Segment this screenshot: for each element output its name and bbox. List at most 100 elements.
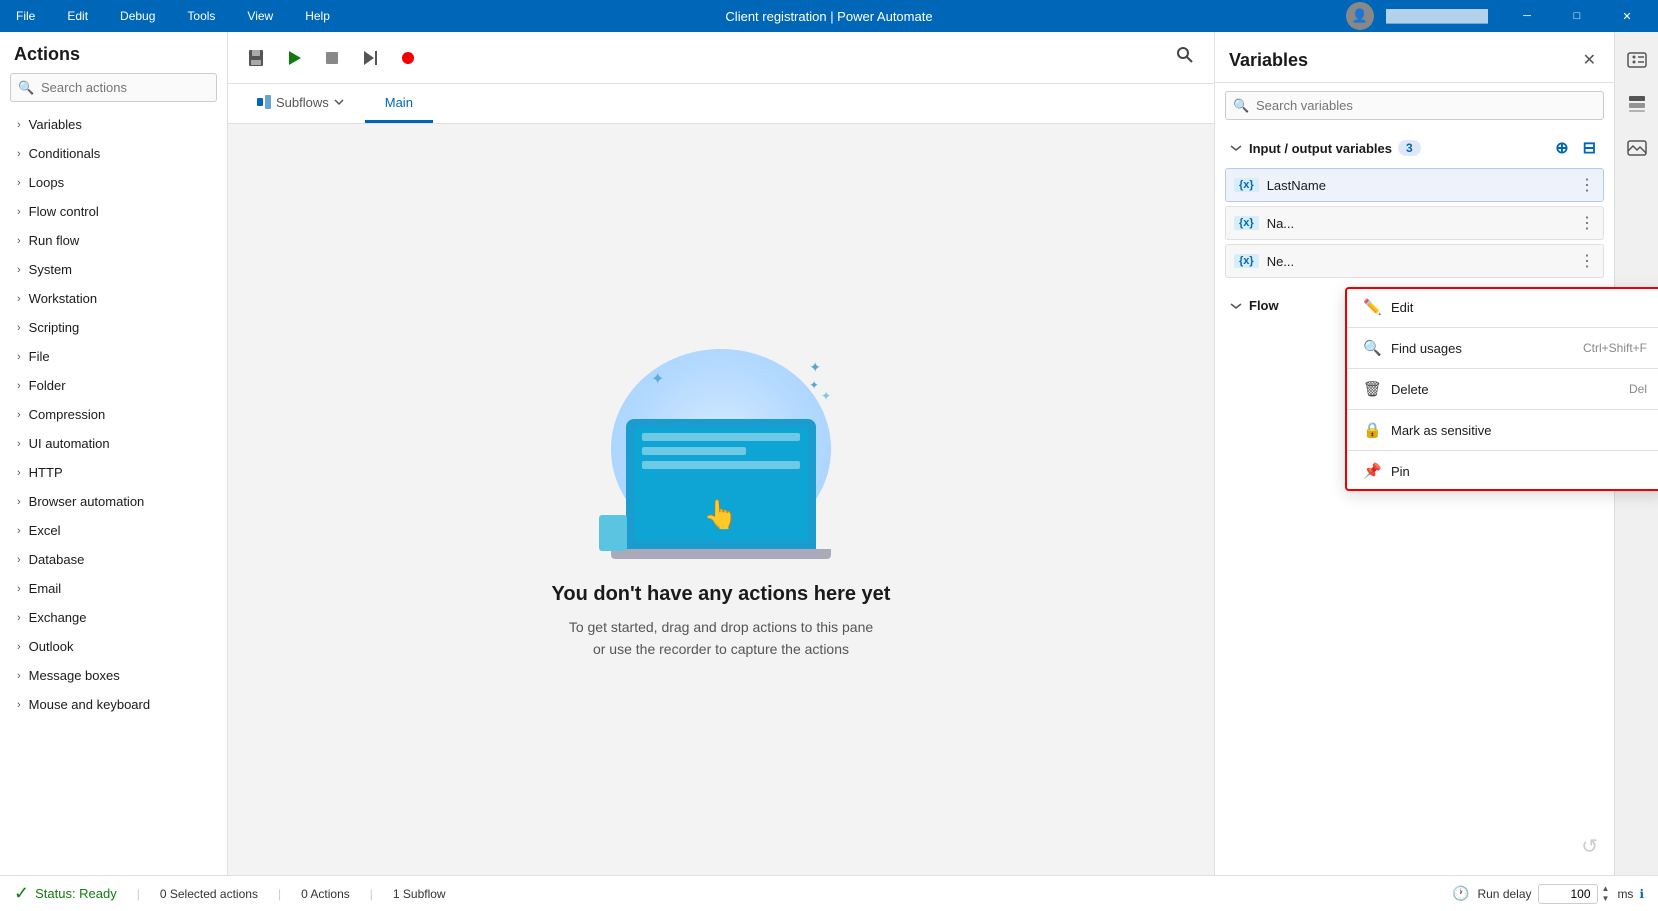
action-item-compression[interactable]: ›Compression [0, 400, 227, 429]
context-menu-separator-3 [1347, 409, 1658, 410]
stars-decoration: ✦✦ [809, 359, 821, 392]
filter-button[interactable]: ⊟ [1579, 136, 1600, 160]
edit-label: Edit [1391, 300, 1647, 315]
action-item-flow-control[interactable]: ›Flow control [0, 197, 227, 226]
run-delay-input[interactable] [1538, 884, 1598, 904]
chevron-right-icon: › [17, 525, 21, 537]
action-item-loops[interactable]: ›Loops [0, 168, 227, 197]
actions-search-input[interactable] [10, 73, 217, 102]
delete-label: Delete [1391, 382, 1619, 397]
delete-shortcut: Del [1629, 382, 1647, 396]
var-name-new: Ne... [1267, 254, 1294, 269]
variable-item-new[interactable]: {x} Ne... ⋮ [1225, 244, 1604, 278]
var-name-name: Na... [1267, 216, 1294, 231]
add-variable-button[interactable]: ⊕ [1551, 136, 1572, 160]
run-delay-up[interactable]: ▲ [1600, 884, 1612, 894]
info-icon[interactable]: ℹ [1639, 887, 1644, 901]
close-button[interactable]: ✕ [1604, 0, 1650, 32]
var-menu-new[interactable]: ⋮ [1579, 251, 1595, 271]
var-menu-name[interactable]: ⋮ [1579, 213, 1595, 233]
action-item-http[interactable]: ›HTTP [0, 458, 227, 487]
actions-list: ›Variables ›Conditionals ›Loops ›Flow co… [0, 110, 227, 875]
run-button[interactable] [278, 42, 310, 74]
pencil-cup [599, 515, 627, 551]
variables-panel-toggle[interactable] [1619, 42, 1655, 78]
action-item-browser-automation[interactable]: ›Browser automation [0, 487, 227, 516]
tab-main[interactable]: Main [365, 84, 433, 123]
variables-header: Variables ✕ [1215, 32, 1614, 83]
chevron-right-icon: › [17, 351, 21, 363]
undo-icon[interactable]: ↺ [1581, 834, 1598, 859]
action-item-file[interactable]: ›File [0, 342, 227, 371]
minimize-button[interactable]: ─ [1504, 0, 1550, 32]
action-item-workstation[interactable]: ›Workstation [0, 284, 227, 313]
ms-label: ms [1617, 887, 1633, 901]
action-item-exchange[interactable]: ›Exchange [0, 603, 227, 632]
empty-canvas-subtitle: To get started, drag and drop actions to… [569, 616, 873, 661]
layers-icon-button[interactable] [1619, 86, 1655, 122]
chevron-right-icon: › [17, 467, 21, 479]
empty-illustration: ✦✦ 👆 ✦ ✦ [591, 339, 851, 559]
context-menu-mark-sensitive[interactable]: 🔒 Mark as sensitive [1347, 412, 1658, 448]
var-tag-name: {x} [1234, 216, 1259, 230]
action-item-mouse-keyboard[interactable]: ›Mouse and keyboard [0, 690, 227, 719]
action-item-run-flow[interactable]: ›Run flow [0, 226, 227, 255]
variables-search-input[interactable] [1225, 91, 1604, 120]
next-step-button[interactable] [354, 42, 386, 74]
user-avatar[interactable]: 👤 [1346, 2, 1374, 30]
run-delay-down[interactable]: ▼ [1600, 894, 1612, 904]
run-delay-group: 🕐 Run delay ▲ ▼ ms ℹ [1452, 884, 1644, 904]
context-menu-find-usages[interactable]: 🔍 Find usages Ctrl+Shift+F [1347, 330, 1658, 366]
action-item-outlook[interactable]: ›Outlook [0, 632, 227, 661]
action-item-database[interactable]: ›Database [0, 545, 227, 574]
empty-canvas-title: You don't have any actions here yet [552, 583, 891, 606]
section-action-icons: ⊕ ⊟ [1551, 136, 1600, 160]
action-item-conditionals[interactable]: ›Conditionals [0, 139, 227, 168]
menu-view[interactable]: View [239, 5, 281, 27]
variables-search-icon: 🔍 [1233, 98, 1249, 114]
sparkle-icon-2: ✦ [821, 389, 831, 403]
variables-search-box: 🔍 [1225, 91, 1604, 120]
chevron-right-icon: › [17, 235, 21, 247]
actions-search-box: 🔍 [10, 73, 217, 102]
menu-edit[interactable]: Edit [59, 5, 96, 27]
canvas-content: ✦✦ 👆 ✦ ✦ You don't have any [228, 124, 1214, 875]
canvas-search-button[interactable] [1168, 42, 1202, 73]
var-menu-lastname[interactable]: ⋮ [1579, 175, 1595, 195]
context-menu-edit[interactable]: ✏️ Edit [1347, 289, 1658, 325]
stop-button[interactable] [316, 42, 348, 74]
menu-tools[interactable]: Tools [179, 5, 223, 27]
chevron-right-icon: › [17, 496, 21, 508]
context-menu-delete[interactable]: 🗑 Delete Del [1347, 371, 1658, 407]
tab-subflows[interactable]: Subflows [236, 84, 365, 123]
context-menu-separator-4 [1347, 450, 1658, 451]
menu-debug[interactable]: Debug [112, 5, 163, 27]
find-usages-icon: 🔍 [1363, 339, 1381, 357]
restore-button[interactable]: □ [1554, 0, 1600, 32]
chevron-right-icon: › [17, 148, 21, 160]
action-item-folder[interactable]: ›Folder [0, 371, 227, 400]
input-output-count-badge: 3 [1398, 140, 1421, 156]
cursor-hand-icon: 👆 [703, 498, 738, 531]
record-button[interactable] [392, 42, 424, 74]
variable-item-lastname[interactable]: {x} LastName ⋮ [1225, 168, 1604, 202]
chevron-right-icon: › [17, 583, 21, 595]
save-button[interactable] [240, 42, 272, 74]
edit-icon: ✏️ [1363, 298, 1381, 316]
context-menu-pin[interactable]: 📌 Pin [1347, 453, 1658, 489]
action-item-message-boxes[interactable]: ›Message boxes [0, 661, 227, 690]
action-item-scripting[interactable]: ›Scripting [0, 313, 227, 342]
status-indicator: ✓ Status: Ready [14, 883, 117, 904]
image-icon-button[interactable] [1619, 130, 1655, 166]
action-item-variables[interactable]: ›Variables [0, 110, 227, 139]
action-item-email[interactable]: ›Email [0, 574, 227, 603]
action-item-system[interactable]: ›System [0, 255, 227, 284]
action-item-excel[interactable]: ›Excel [0, 516, 227, 545]
menu-help[interactable]: Help [297, 5, 338, 27]
variable-item-name[interactable]: {x} Na... ⋮ [1225, 206, 1604, 240]
pin-label: Pin [1391, 464, 1647, 479]
input-output-section-header[interactable]: Input / output variables 3 ⊕ ⊟ [1225, 128, 1604, 168]
menu-file[interactable]: File [8, 5, 43, 27]
variables-close-button[interactable]: ✕ [1579, 46, 1600, 74]
action-item-ui-automation[interactable]: ›UI automation [0, 429, 227, 458]
